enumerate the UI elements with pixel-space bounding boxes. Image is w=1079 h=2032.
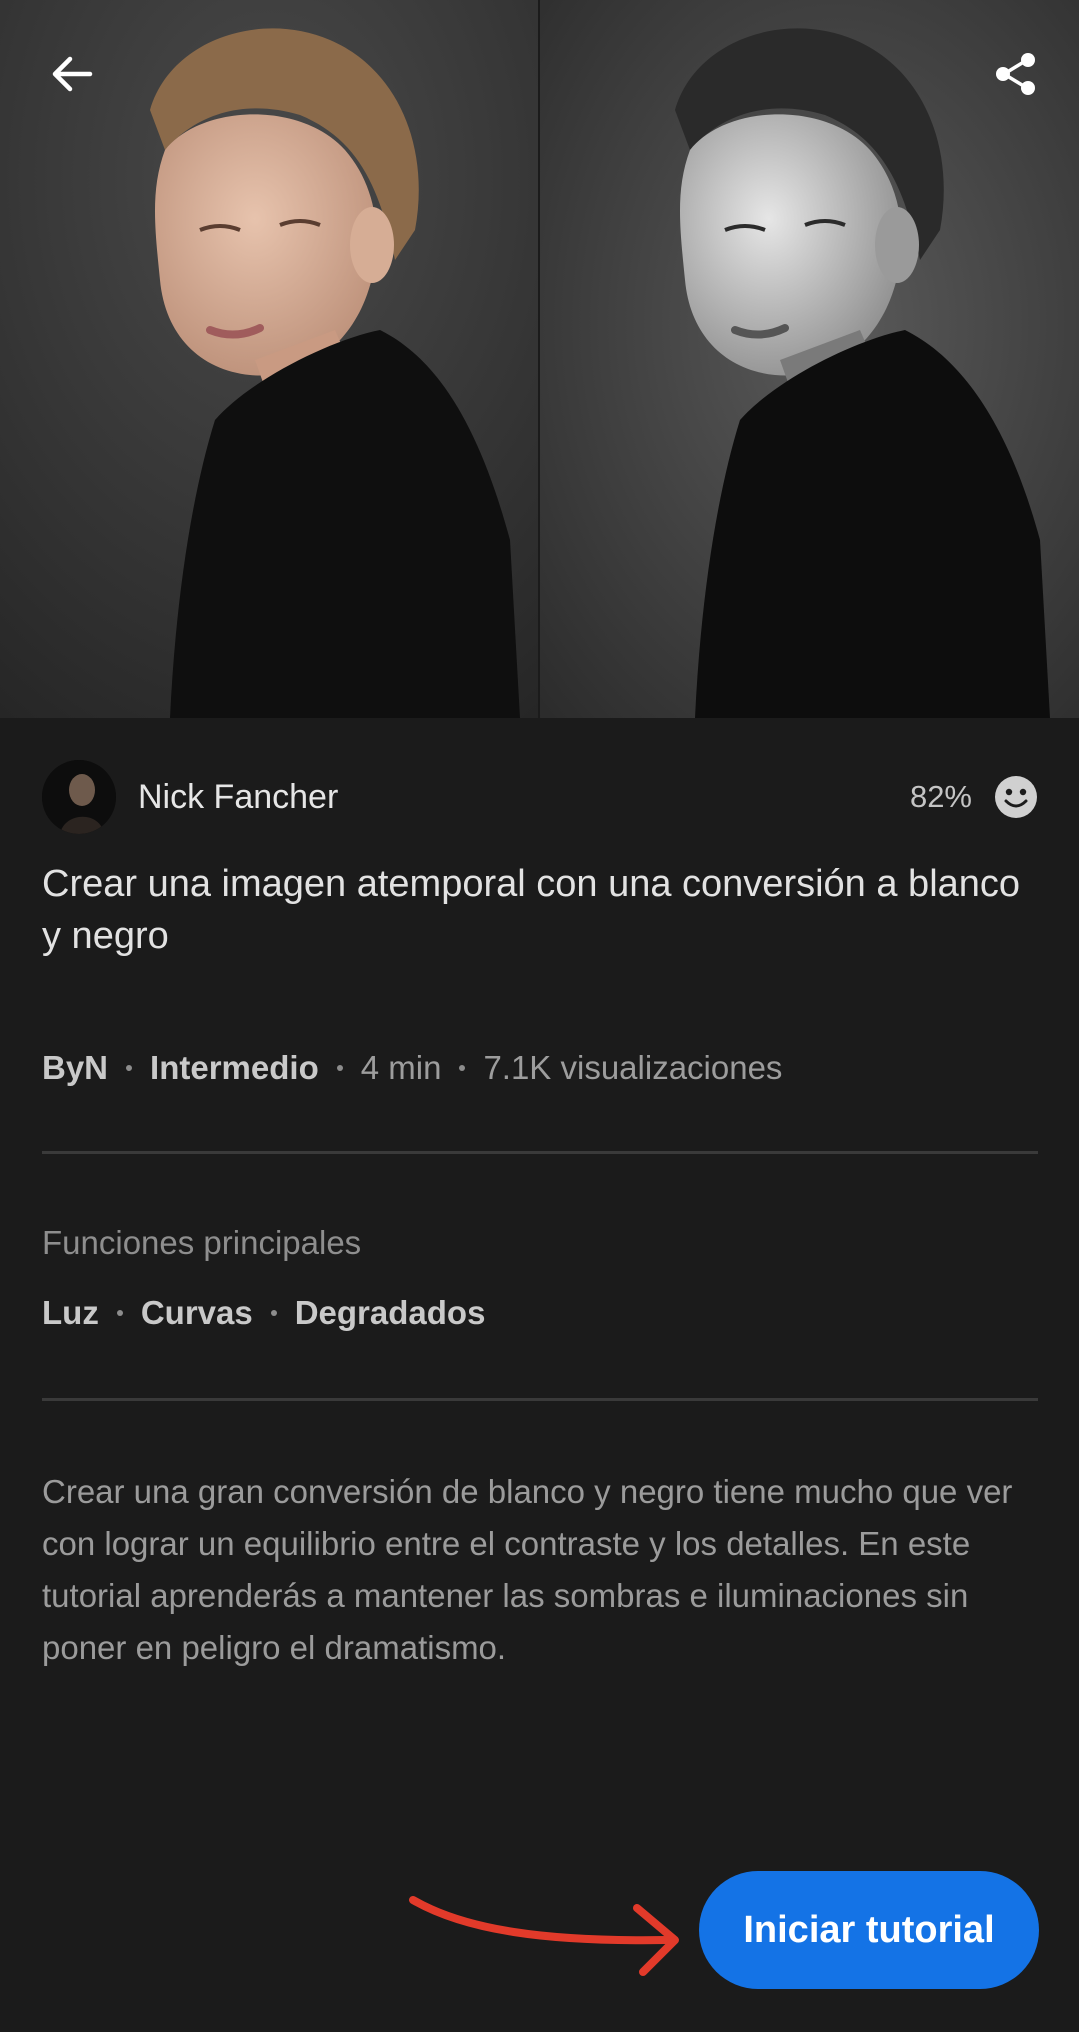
share-icon: [996, 53, 1035, 95]
smiley-icon: [995, 776, 1037, 818]
separator-dot: [270, 1310, 277, 1316]
back-button[interactable]: [36, 38, 108, 110]
start-tutorial-button[interactable]: Iniciar tutorial: [699, 1871, 1039, 1989]
rating-value: 82%: [909, 779, 972, 814]
divider: [42, 1398, 1038, 1401]
separator-dot: [116, 1310, 123, 1316]
annotation-arrow: [409, 1896, 679, 1976]
view-count: 7.1K visualizaciones: [483, 1049, 783, 1086]
comparison-divider: [538, 0, 540, 718]
separator-dot: [459, 1065, 466, 1071]
feature-tag-curves[interactable]: Curvas: [141, 1294, 253, 1332]
tutorial-title: Crear una imagen atemporal con una conve…: [42, 863, 1021, 957]
feature-tag-light[interactable]: Luz: [42, 1294, 99, 1332]
share-button[interactable]: [980, 38, 1052, 110]
author-name[interactable]: Nick Fancher: [138, 778, 910, 817]
features-label: Funciones principales: [42, 1224, 362, 1261]
tutorial-meta: ByN Intermedio 4 min 7.1K visualizacione…: [42, 1045, 1038, 1091]
arrow-left-icon: [52, 56, 93, 92]
avatar[interactable]: [42, 760, 116, 834]
separator-dot: [336, 1065, 343, 1071]
level-tag[interactable]: Intermedio: [150, 1049, 319, 1087]
divider: [42, 1151, 1038, 1154]
features-list: Luz Curvas Degradados: [42, 1290, 485, 1336]
feature-tag-gradients[interactable]: Degradados: [295, 1294, 486, 1332]
author-row: Nick Fancher 82%: [42, 759, 1038, 835]
tutorial-description: Crear una gran conversión de blanco y ne…: [42, 1473, 1013, 1666]
separator-dot: [126, 1065, 133, 1071]
category-tag[interactable]: ByN: [42, 1049, 108, 1087]
hero-image: [0, 0, 1079, 718]
duration: 4 min: [360, 1049, 442, 1086]
